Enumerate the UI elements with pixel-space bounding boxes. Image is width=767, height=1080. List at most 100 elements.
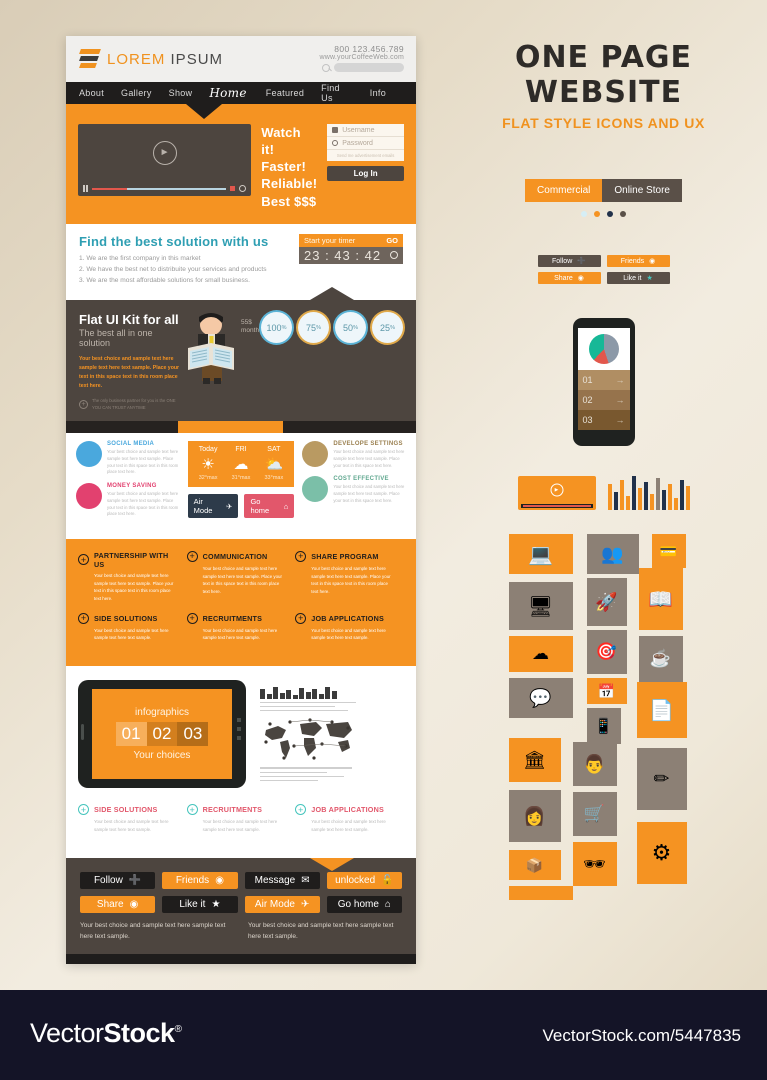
air-mode-button[interactable]: Air Mode ✈ [187, 494, 239, 519]
gear-icon-tile[interactable]: ⚙ [636, 822, 687, 884]
plus-icon[interactable]: + [186, 550, 198, 562]
dartboard-icon-tile[interactable]: 🎯 [586, 630, 627, 674]
plus-icon[interactable]: + [186, 804, 198, 816]
stop-icon[interactable] [230, 186, 236, 191]
follow-button[interactable]: Follow ➕ [537, 255, 601, 267]
password-field[interactable]: Password [327, 137, 404, 150]
shopping-basket-icon [302, 476, 329, 503]
tab-online-store[interactable]: Online Store [602, 179, 682, 202]
bank-icon-tile[interactable]: 🏛 [508, 738, 561, 782]
play-icon[interactable]: ► [550, 483, 563, 497]
businesswoman-icon: 👩 [523, 805, 546, 826]
page-title: ONE PAGE WEBSITE [514, 40, 693, 110]
friends-button[interactable]: Friends ◉ [606, 255, 670, 267]
nav-item-featured[interactable]: Featured [266, 88, 304, 98]
go-home-button[interactable]: Go home ⌂ [326, 895, 402, 913]
plus-icon[interactable]: + [295, 550, 307, 562]
list-item[interactable]: 02 → [577, 390, 630, 410]
cloud-users-icon-tile[interactable]: ☁ [508, 636, 573, 672]
business-team-icon-tile[interactable]: 👥 [586, 534, 639, 574]
plane-icon: ✈ [300, 898, 310, 910]
chat-bubbles-icon-tile[interactable]: 💬 [508, 678, 573, 718]
timer-go-button[interactable]: GO [386, 236, 398, 245]
feature-card: + COMMUNICATION Your best choice and samp… [186, 550, 296, 603]
logo[interactable]: LOREM IPSUM [79, 48, 223, 70]
video-thumbnail[interactable]: ► [517, 476, 596, 510]
plus-icon[interactable]: + [78, 554, 89, 566]
shopping-basket-icon-tile[interactable]: 🛒 [572, 792, 617, 836]
pencils-icon-tile[interactable]: ✏ [636, 748, 687, 810]
list-item[interactable]: 03 → [577, 410, 630, 430]
weather-and-icons-section: SOCIAL MEDIA Your best choice and sample… [66, 433, 416, 552]
login-form[interactable]: Username Password Send me advertisement … [327, 124, 404, 210]
plus-icon[interactable]: + [295, 804, 307, 816]
search-input[interactable] [334, 63, 404, 72]
friends-button[interactable]: Friends ◉ [162, 871, 238, 889]
nav-item-about[interactable]: About [79, 88, 104, 98]
lifebuoy-icon-tile[interactable]: 🕶 [572, 842, 617, 886]
nav-item-show[interactable]: Show [169, 88, 193, 98]
progress-bar[interactable] [92, 187, 227, 190]
box-icon-tile[interactable]: 📦 [508, 850, 561, 880]
login-button[interactable]: Log In [327, 166, 404, 181]
calendar-icon-tile[interactable]: 📅 [586, 678, 627, 704]
progress-bar[interactable] [520, 504, 593, 508]
like-it-button[interactable]: Like it ★ [606, 272, 670, 284]
search-area[interactable] [320, 63, 404, 72]
smartphone-icon: 📱 [594, 718, 613, 735]
one-page-website-mockup: LOREM IPSUM 800 123.456.789 www.yourCoff… [66, 36, 416, 964]
carousel-dot[interactable] [620, 211, 626, 217]
world-map-infographic [260, 687, 356, 782]
nav-item-home[interactable]: Home [209, 86, 246, 100]
feature-body: Your best choice and sample text here sa… [333, 449, 405, 468]
phone-menu[interactable]: 01 → 02 → 03 → [577, 370, 630, 430]
player-controls[interactable] [83, 185, 247, 192]
reading-man-icon-tile[interactable]: 📖 [638, 568, 683, 630]
countdown-timer[interactable]: Start your timer GO 23 : 43 : 42 [299, 233, 403, 264]
video-player[interactable]: ► [78, 124, 252, 196]
plus-icon[interactable]: + [295, 612, 307, 624]
tab-commercial[interactable]: Commercial [525, 179, 603, 202]
go-home-button[interactable]: Go home ⌂ [244, 494, 295, 519]
message-button[interactable]: Message ✉ [244, 871, 320, 889]
smartphone-icon-tile[interactable]: 📱 [586, 708, 621, 744]
laptop-icon-tile[interactable]: 💻 [508, 534, 573, 574]
chat-bubbles-icon: 💬 [529, 687, 552, 708]
list-item: 3. We are the most affordable solutions … [79, 276, 250, 284]
nav-item-find-us[interactable]: Find Us [321, 83, 353, 103]
like-it-button[interactable]: Like it ★ [162, 895, 238, 913]
businesswoman-icon-tile[interactable]: 👩 [508, 790, 561, 842]
tab-group[interactable]: Commercial Online Store [440, 179, 767, 202]
nav-item-info[interactable]: Info [370, 88, 386, 98]
air-mode-button[interactable]: Air Mode ✈ [244, 895, 320, 913]
plus-icon[interactable]: + [78, 612, 89, 624]
money-saving-icon [76, 483, 102, 510]
play-icon[interactable]: ► [152, 140, 177, 165]
list-item[interactable]: 01 → [577, 370, 630, 390]
media-row: ► [440, 476, 767, 510]
share-button[interactable]: Share ◉ [537, 272, 601, 284]
nav-item-gallery[interactable]: Gallery [121, 88, 152, 98]
businessman-icon-tile[interactable]: 👨 [572, 742, 617, 786]
username-field[interactable]: Username [327, 124, 404, 137]
follow-button[interactable]: Follow ➕ [80, 871, 156, 889]
plus-icon[interactable]: + [186, 612, 198, 624]
carousel-dot[interactable] [594, 211, 600, 217]
pause-icon[interactable] [83, 185, 88, 192]
icon-grid: 💻 👥 💳 🖥 🚀 📖 ☁ 🎯 ☕ 💬 📅 📱 📄 🏛 👨 ✏ 👩 🛒 📦 🕶 … [508, 534, 699, 924]
unlocked-button[interactable]: unlocked 🔓 [326, 871, 402, 889]
browser-window-icon-tile[interactable]: 🖥 [508, 582, 573, 630]
coffee-cup-icon-tile[interactable]: ☕ [638, 636, 683, 682]
plus-icon[interactable]: + [78, 804, 89, 816]
rocket-icon-tile[interactable]: 🚀 [586, 578, 627, 626]
document-icon-tile[interactable]: 📄 [636, 682, 687, 738]
main-navigation[interactable]: About Gallery Show Home Featured Find Us… [66, 82, 416, 104]
carousel-dot[interactable] [581, 211, 587, 217]
carousel-dot[interactable] [607, 211, 613, 217]
credit-card-icon-tile[interactable]: 💳 [651, 534, 686, 568]
plus-icon[interactable]: + [79, 400, 88, 409]
settings-icon[interactable] [239, 185, 247, 192]
carousel-dots[interactable] [440, 211, 767, 217]
bar-tile [508, 886, 573, 900]
share-button[interactable]: Share ◉ [80, 895, 156, 913]
